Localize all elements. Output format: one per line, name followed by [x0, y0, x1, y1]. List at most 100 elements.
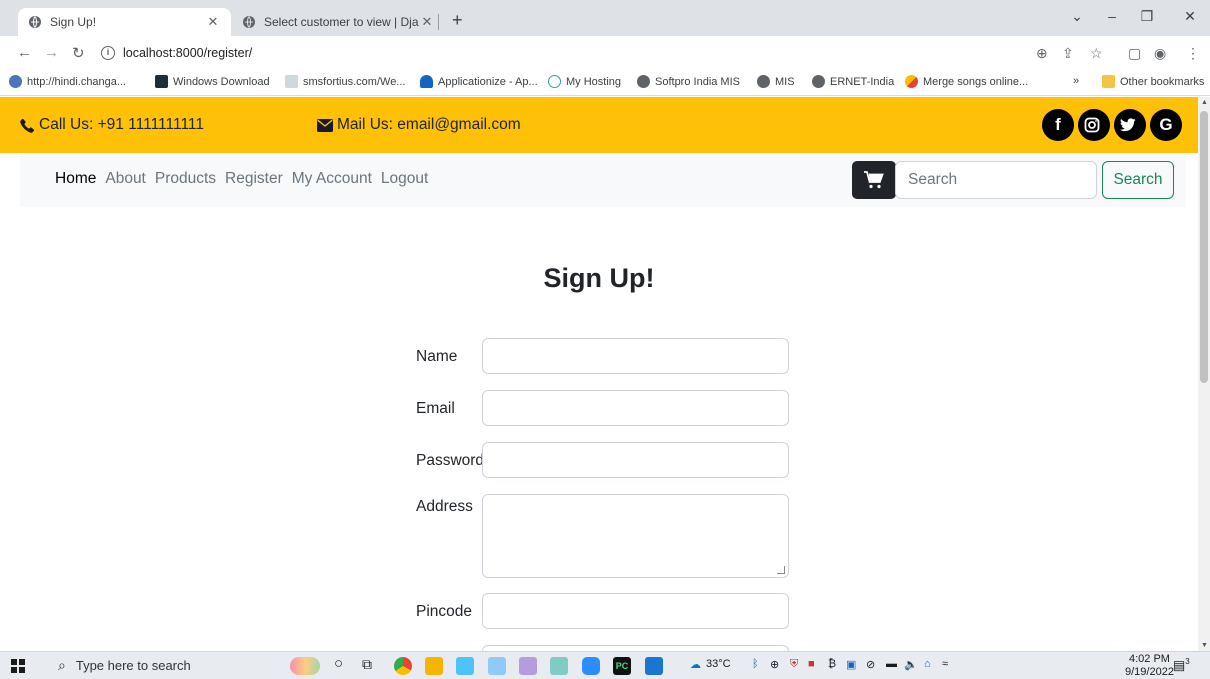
facebook-icon[interactable]: f	[1042, 109, 1074, 141]
share-icon[interactable]: ⇪	[1062, 45, 1074, 62]
tray-app-icon[interactable]: ■	[808, 658, 815, 670]
zoom-app-icon[interactable]	[582, 657, 600, 675]
cart-button[interactable]	[852, 161, 896, 199]
cortana-icon[interactable]: ○	[334, 655, 343, 672]
menu-icon[interactable]: ⋮	[1186, 45, 1200, 62]
tab-title: Select customer to view | Django	[264, 15, 419, 29]
weather-temp[interactable]: 33°C	[706, 658, 731, 670]
paint-icon[interactable]	[519, 657, 537, 675]
minimize-icon[interactable]: –	[1097, 8, 1127, 24]
editor-app-icon[interactable]	[645, 657, 663, 675]
mail-text: Mail Us: email@gmail.com	[337, 116, 521, 133]
page-title: Sign Up!	[543, 263, 655, 293]
zoom-icon[interactable]: ⊕	[1036, 45, 1048, 62]
more-bookmarks-icon[interactable]: »	[1073, 75, 1079, 87]
nav-links: Home About Products Register My Account …	[55, 170, 437, 188]
tray-app-icon[interactable]: ⊘	[866, 658, 875, 671]
battery-icon[interactable]: ▬	[886, 658, 897, 670]
taskbar-clock[interactable]: 4:02 PM 9/19/2022	[1125, 653, 1174, 679]
email-field[interactable]	[482, 390, 789, 426]
twitter-icon[interactable]	[1114, 109, 1146, 141]
notifications-icon[interactable]: ▤3	[1173, 657, 1190, 673]
weather-icon[interactable]: ☁	[690, 658, 701, 671]
resize-handle-icon[interactable]	[777, 566, 785, 574]
scroll-thumb[interactable]	[1200, 111, 1208, 383]
browser-toolbar: ← → ↻ i localhost:8000/register/ ⊕ ⇪ ☆ ▢…	[0, 36, 1210, 70]
chrome-icon[interactable]	[394, 657, 412, 675]
bookmark-star-icon[interactable]: ☆	[1090, 45, 1103, 62]
network-icon[interactable]: ⌂	[924, 658, 931, 670]
globe-icon	[637, 75, 650, 88]
phone-icon	[20, 118, 35, 133]
profile-icon[interactable]: ◉	[1154, 45, 1166, 62]
mail-info: Mail Us: email@gmail.com	[317, 116, 521, 134]
bookmark-item[interactable]: Merge songs online...	[905, 75, 1028, 88]
nav-link-about[interactable]: About	[105, 170, 146, 188]
bookmark-item[interactable]: http://hindi.changa...	[9, 75, 126, 88]
nav-link-my-account[interactable]: My Account	[292, 170, 372, 188]
page-viewport: Call Us: +91 1111111111 Mail Us: email@g…	[0, 97, 1198, 651]
back-icon[interactable]: ←	[17, 44, 32, 61]
bookmark-item[interactable]: My Hosting	[548, 75, 621, 88]
pincode-field[interactable]	[482, 593, 789, 629]
instagram-glyph-icon	[1084, 117, 1100, 133]
tray-app-icon[interactable]: ₿	[828, 658, 836, 670]
side-panel-icon[interactable]: ▢	[1128, 45, 1141, 62]
monitor-app-icon[interactable]	[456, 657, 474, 675]
nav-link-products[interactable]: Products	[155, 170, 216, 188]
bookmark-item[interactable]: Windows Download	[155, 75, 270, 88]
task-view-icon[interactable]: ⧉	[362, 656, 372, 673]
google-icon[interactable]: G	[1150, 109, 1182, 141]
windows-start-icon[interactable]	[11, 659, 25, 673]
new-tab-icon[interactable]: +	[452, 10, 463, 31]
flowers-widget-icon[interactable]	[290, 657, 320, 675]
site-info-icon[interactable]: i	[101, 46, 115, 60]
tray-app-icon[interactable]: ⊕	[770, 658, 779, 671]
close-icon[interactable]: ✕	[419, 14, 435, 30]
tab-select-customer[interactable]: Select customer to view | Django ✕	[232, 8, 445, 36]
search-input[interactable]	[895, 161, 1097, 199]
bookmark-item[interactable]: ERNET-India	[812, 75, 894, 88]
password-field[interactable]	[482, 442, 789, 478]
close-window-icon[interactable]: ✕	[1175, 8, 1205, 25]
nav-link-register[interactable]: Register	[225, 170, 283, 188]
pincode-label: Pincode	[416, 603, 473, 620]
name-field[interactable]	[482, 338, 789, 374]
tab-title: Sign Up!	[50, 15, 97, 29]
security-icon[interactable]: ⛨	[790, 658, 798, 671]
nav-link-logout[interactable]: Logout	[381, 170, 428, 188]
time-text: 4:02 PM	[1128, 653, 1170, 665]
tab-sign-up[interactable]: Sign Up! ✕	[18, 8, 231, 36]
paint-3d-icon[interactable]	[550, 657, 568, 675]
forward-icon[interactable]: →	[44, 44, 59, 61]
bluetooth-icon[interactable]: ᛒ	[752, 658, 759, 670]
restore-icon[interactable]: ❐	[1132, 8, 1162, 25]
bookmark-favicon-icon	[905, 75, 918, 88]
wifi-icon[interactable]: ≈	[942, 658, 948, 670]
bookmark-favicon-icon	[155, 75, 168, 88]
scroll-up-icon[interactable]: ▲	[1201, 99, 1208, 106]
instagram-icon[interactable]	[1078, 109, 1110, 141]
address-bar[interactable]: i localhost:8000/register/	[101, 41, 1041, 65]
search-icon: ⌕	[58, 657, 66, 673]
bookmark-item[interactable]: smsfortius.com/We...	[285, 75, 405, 88]
reload-icon[interactable]: ↻	[72, 44, 85, 62]
nav-link-home[interactable]: Home	[55, 170, 96, 188]
file-explorer-icon[interactable]	[425, 657, 443, 675]
search-button[interactable]: Search	[1102, 161, 1174, 199]
bookmarks-bar: http://hindi.changa... Windows Download …	[0, 70, 1210, 96]
other-bookmarks[interactable]: Other bookmarks	[1102, 75, 1204, 88]
scroll-down-icon[interactable]: ▼	[1201, 642, 1208, 649]
volume-icon[interactable]: 🔈	[904, 658, 918, 671]
bookmark-item[interactable]: Applicationize - Ap...	[420, 75, 538, 88]
bookmark-item[interactable]: Softpro India MIS	[637, 75, 740, 88]
close-icon[interactable]: ✕	[205, 14, 221, 30]
tab-search-icon[interactable]: ⌄	[1062, 8, 1092, 25]
tray-app-icon[interactable]: ▣	[846, 658, 856, 671]
bookmark-item[interactable]: MIS	[757, 75, 795, 88]
page-scrollbar[interactable]: ▲ ▼	[1198, 97, 1210, 651]
taskbar-search[interactable]: ⌕ Type here to search	[46, 652, 284, 679]
app-icon[interactable]	[488, 657, 506, 675]
pycharm-icon[interactable]: PC	[613, 657, 631, 675]
address-textarea[interactable]	[482, 494, 789, 578]
